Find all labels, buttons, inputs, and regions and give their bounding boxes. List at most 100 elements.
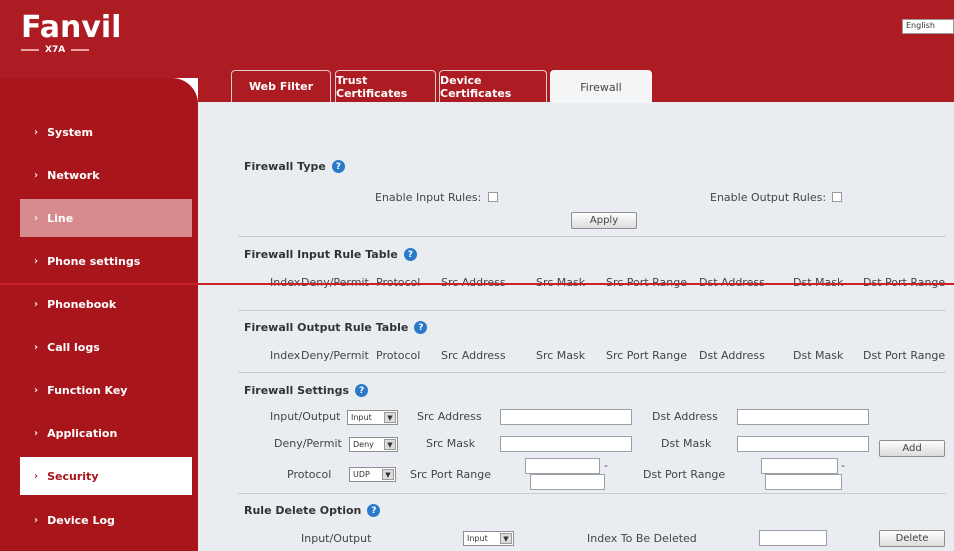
select-value: Input	[467, 534, 488, 543]
range-separator: -	[841, 459, 845, 472]
sidebar-item-label: Security	[47, 469, 99, 483]
add-button[interactable]: Add	[879, 440, 945, 457]
section-title-text: Firewall Output Rule Table	[244, 321, 409, 334]
tab-web-filter[interactable]: Web Filter	[231, 70, 331, 102]
help-icon[interactable]: ?	[331, 160, 345, 173]
enable-output-rules-checkbox[interactable]	[832, 192, 842, 202]
index-to-be-deleted-input[interactable]	[759, 530, 827, 546]
fanvil-logo: Fanvil X7A	[21, 12, 121, 55]
protocol-label: Protocol	[287, 468, 332, 481]
sidebar-item-label: Phone settings	[47, 254, 141, 268]
apply-button[interactable]: Apply	[571, 212, 637, 229]
chevron-right-icon: ›	[34, 126, 39, 138]
help-icon[interactable]: ?	[403, 248, 417, 261]
src-address-input[interactable]	[500, 409, 632, 425]
column-header: Deny/Permit	[301, 349, 369, 362]
src-port-end-input[interactable]	[530, 474, 605, 490]
model-text: X7A	[45, 45, 66, 55]
sidebar-item-label: System	[47, 125, 93, 139]
column-header: Src Address	[441, 349, 506, 362]
deny-permit-select[interactable]: Deny ▼	[349, 437, 398, 452]
input-output-label: Input/Output	[270, 410, 341, 423]
delete-input-output-label: Input/Output	[301, 532, 372, 545]
dst-address-label: Dst Address	[652, 410, 718, 423]
dst-port-start-input[interactable]	[761, 458, 838, 474]
dropdown-arrow-icon: ▼	[500, 533, 512, 544]
select-value: UDP	[353, 470, 370, 479]
dst-address-input[interactable]	[737, 409, 869, 425]
index-to-be-deleted-label: Index To Be Deleted	[587, 532, 697, 545]
sidebar-item-label: Phonebook	[47, 297, 117, 311]
sidebar-item-label: Call logs	[47, 340, 100, 354]
chevron-right-icon: ›	[34, 514, 39, 526]
tab-trust-certificates[interactable]: Trust Certificates	[335, 70, 436, 102]
sidebar-item-label: Function Key	[47, 383, 128, 397]
logo-text: Fanvil	[21, 10, 122, 45]
dropdown-arrow-icon: ▼	[382, 469, 394, 480]
sidebar-item-application[interactable]: › Application	[20, 414, 192, 452]
section-title-text: Firewall Type	[244, 160, 326, 173]
src-mask-input[interactable]	[500, 436, 632, 452]
enable-input-rules-label: Enable Input Rules:	[375, 191, 482, 204]
deny-permit-label: Deny/Permit	[274, 437, 342, 450]
sidebar-item-label: Network	[47, 168, 100, 182]
divider	[238, 236, 946, 237]
help-icon[interactable]: ?	[367, 504, 381, 517]
sidebar-item-phone-settings[interactable]: › Phone settings	[20, 242, 192, 280]
output-rule-table-header: Index Deny/Permit Protocol Src Address S…	[268, 347, 946, 365]
select-value: Deny	[353, 440, 374, 449]
sidebar-item-network[interactable]: › Network	[20, 156, 192, 194]
sidebar-item-function-key[interactable]: › Function Key	[20, 371, 192, 409]
dst-mask-label: Dst Mask	[661, 437, 712, 450]
range-separator: -	[604, 459, 608, 472]
protocol-select[interactable]: UDP ▼	[349, 467, 396, 482]
tab-firewall[interactable]: Firewall	[550, 70, 652, 103]
sidebar-item-security[interactable]: › Security	[20, 457, 192, 495]
delete-button[interactable]: Delete	[879, 530, 945, 547]
src-port-start-input[interactable]	[525, 458, 600, 474]
delete-input-output-select[interactable]: Input ▼	[463, 531, 514, 546]
enable-input-rules-checkbox[interactable]	[488, 192, 498, 202]
red-guide-line	[0, 283, 954, 285]
section-title-text: Firewall Input Rule Table	[244, 248, 398, 261]
chevron-right-icon: ›	[34, 427, 39, 439]
dropdown-arrow-icon: ▼	[384, 439, 396, 450]
model-badge: X7A	[21, 45, 121, 55]
sidebar-item-device-log[interactable]: › Device Log	[20, 501, 192, 539]
logo-bar-right	[71, 49, 90, 51]
input-output-select[interactable]: Input ▼	[347, 410, 398, 425]
firewall-type-heading: Firewall Type?	[244, 160, 345, 173]
dst-port-end-input[interactable]	[765, 474, 842, 490]
column-header: Dst Port Range	[863, 349, 946, 362]
section-title-text: Firewall Settings	[244, 384, 350, 397]
dropdown-arrow-icon: ▼	[384, 412, 396, 423]
src-port-range-label: Src Port Range	[410, 468, 491, 481]
sidebar-item-label: Device Log	[47, 513, 115, 527]
help-icon[interactable]: ?	[355, 384, 369, 397]
src-mask-label: Src Mask	[426, 437, 476, 450]
sidebar-item-call-logs[interactable]: › Call logs	[20, 328, 192, 366]
divider	[238, 493, 946, 494]
select-value: Input	[351, 413, 372, 422]
chevron-right-icon: ›	[34, 255, 39, 267]
chevron-right-icon: ›	[34, 169, 39, 181]
sidebar-item-line[interactable]: › Line	[20, 199, 192, 237]
firewall-settings-heading: Firewall Settings?	[244, 384, 369, 397]
enable-output-rules-label: Enable Output Rules:	[710, 191, 827, 204]
section-title-text: Rule Delete Option	[244, 504, 362, 517]
language-select[interactable]: English	[902, 19, 954, 34]
sidebar-item-system[interactable]: › System	[20, 113, 192, 151]
help-icon[interactable]: ?	[414, 321, 428, 334]
sidebar-item-phonebook[interactable]: › Phonebook	[20, 285, 192, 323]
rule-delete-option-heading: Rule Delete Option?	[244, 504, 381, 517]
logo-bar-left	[21, 49, 39, 51]
dst-mask-input[interactable]	[737, 436, 869, 452]
column-header: Dst Address	[699, 349, 765, 362]
tab-device-certificates[interactable]: Device Certificates	[439, 70, 547, 102]
column-header: Protocol	[376, 349, 421, 362]
chevron-right-icon: ›	[34, 384, 39, 396]
sidebar-item-label: Application	[47, 426, 118, 440]
firewall-output-rule-table-heading: Firewall Output Rule Table?	[244, 321, 428, 334]
header-bar	[0, 0, 954, 78]
firewall-input-rule-table-heading: Firewall Input Rule Table?	[244, 248, 417, 261]
